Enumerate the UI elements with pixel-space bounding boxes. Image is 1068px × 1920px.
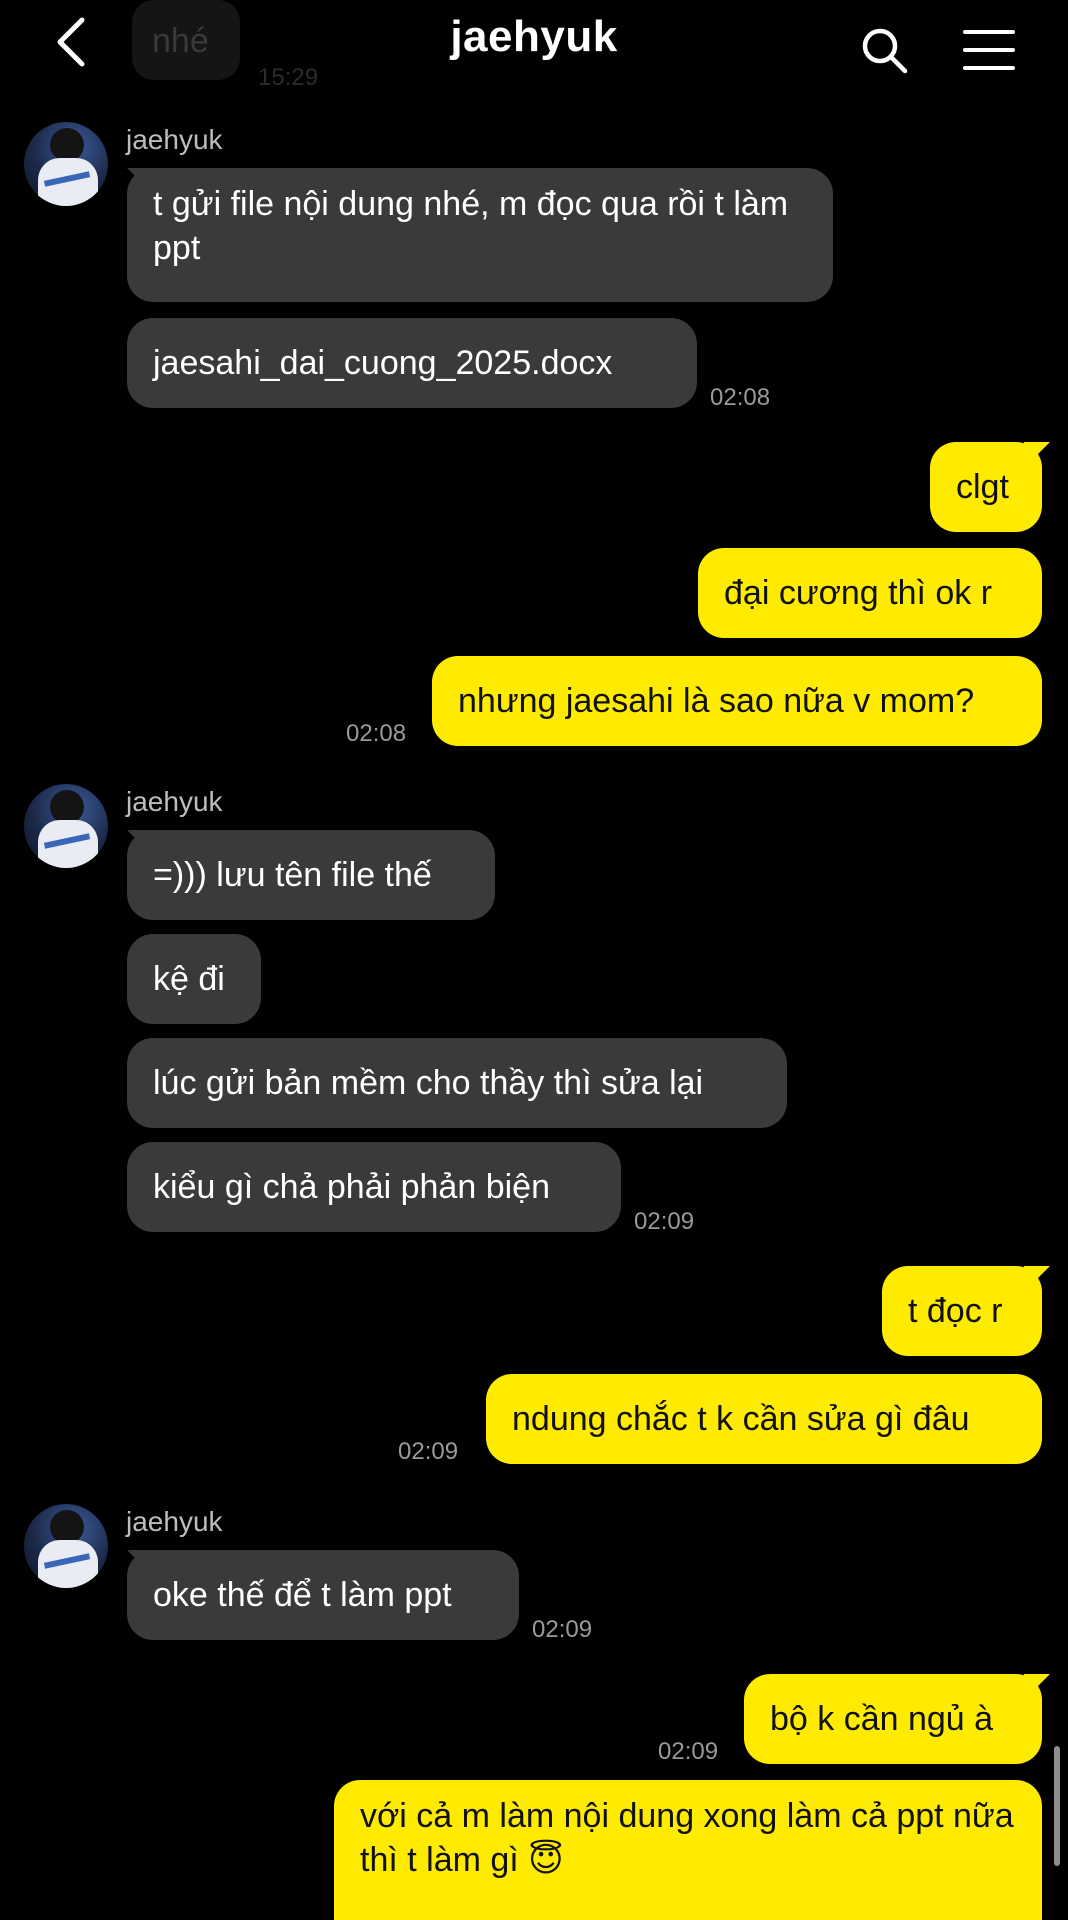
- message-bubble[interactable]: kệ đi: [127, 934, 261, 1024]
- sender-name: jaehyuk: [126, 786, 223, 817]
- message-time: 02:09: [532, 1616, 593, 1643]
- hamburger-menu-icon: [963, 30, 1015, 70]
- message-text: nhưng jaesahi là sao nữa v mom?: [458, 682, 975, 720]
- message-bubble[interactable]: =))) lưu tên file thế: [127, 830, 495, 920]
- message-bubble[interactable]: kiểu gì chả phải phản biện: [127, 1142, 621, 1232]
- message-text: đại cương thì ok r: [724, 574, 993, 612]
- search-button[interactable]: [860, 26, 910, 76]
- message-time: 02:09: [634, 1208, 695, 1235]
- message-bubble[interactable]: oke thế để t làm ppt: [127, 1550, 519, 1640]
- message-bubble[interactable]: clgt: [930, 442, 1042, 532]
- message-bubble[interactable]: với cả m làm nội dung xong làm cả ppt nữ…: [334, 1780, 1042, 1920]
- message-bubble[interactable]: nhưng jaesahi là sao nữa v mom?: [432, 656, 1042, 746]
- message-text: kệ đi: [153, 960, 225, 998]
- message-bubble[interactable]: t gửi file nội dung nhé, m đọc qua rồi t…: [127, 168, 833, 302]
- avatar[interactable]: [24, 784, 108, 868]
- sender-name: jaehyuk: [126, 124, 223, 155]
- menu-button[interactable]: [962, 28, 1016, 72]
- scrollbar[interactable]: [1054, 1746, 1060, 1866]
- message-time: 02:08: [710, 384, 771, 411]
- message-bubble[interactable]: ndung chắc t k cần sửa gì đâu: [486, 1374, 1042, 1464]
- message-time: 02:09: [658, 1738, 719, 1765]
- message-text: =))) lưu tên file thế: [153, 856, 432, 894]
- message-text: clgt: [956, 468, 1009, 506]
- message-text: lúc gửi bản mềm cho thầy thì sửa lại: [153, 1064, 704, 1102]
- sender-name: jaehyuk: [126, 1506, 223, 1537]
- message-text: t đọc r: [908, 1292, 1003, 1330]
- avatar[interactable]: [24, 1504, 108, 1588]
- file-name: jaesahi_dai_cuong_2025.docx: [153, 344, 613, 382]
- search-icon: [862, 28, 908, 74]
- message-bubble[interactable]: t đọc r: [882, 1266, 1042, 1356]
- message-bubble[interactable]: đại cương thì ok r: [698, 548, 1042, 638]
- message-text: t gửi file nội dung nhé, m đọc qua rồi t…: [153, 185, 789, 267]
- message-text: với cả m làm nội dung xong làm cả ppt nữ…: [360, 1797, 1014, 1879]
- message-text: kiểu gì chả phải phản biện: [153, 1168, 550, 1206]
- message-bubble[interactable]: bộ k cần ngủ à: [744, 1674, 1042, 1764]
- file-message-bubble[interactable]: jaesahi_dai_cuong_2025.docx: [127, 318, 697, 408]
- previous-message-time: 15:29: [258, 64, 319, 91]
- message-text: oke thế để t làm ppt: [153, 1576, 452, 1614]
- message-time: 02:08: [346, 720, 407, 747]
- message-time: 02:09: [398, 1438, 459, 1465]
- message-text: bộ k cần ngủ à: [770, 1700, 994, 1738]
- message-text: ndung chắc t k cần sửa gì đâu: [512, 1400, 970, 1438]
- avatar[interactable]: [24, 122, 108, 206]
- message-bubble[interactable]: lúc gửi bản mềm cho thầy thì sửa lại: [127, 1038, 787, 1128]
